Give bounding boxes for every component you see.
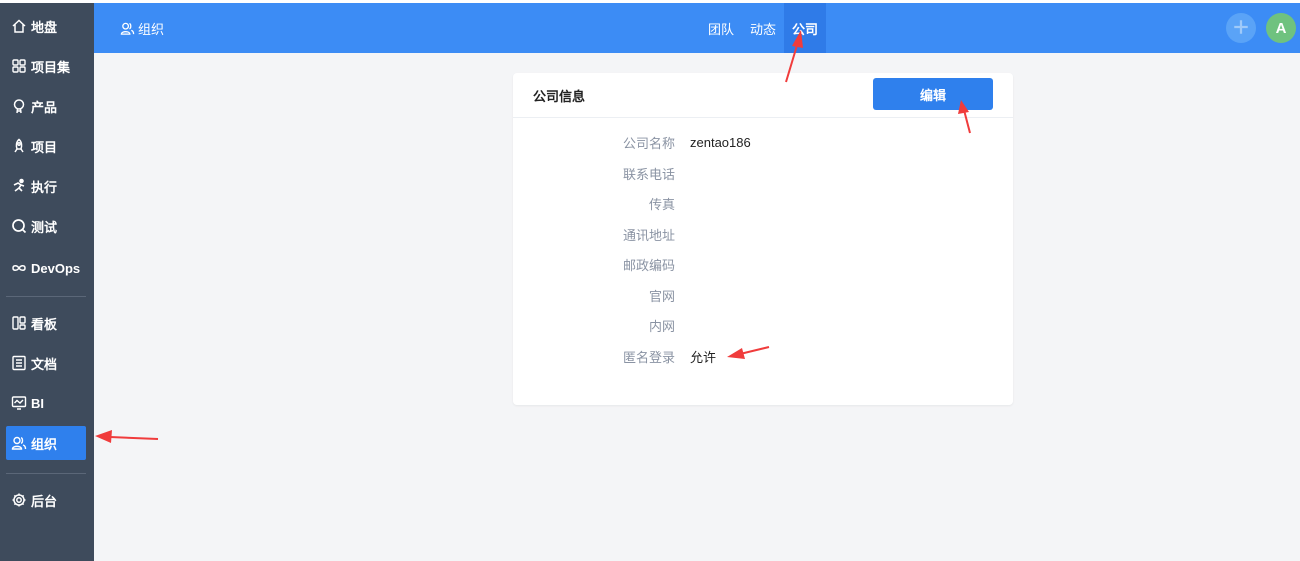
card-header: 公司信息 编辑 [513, 73, 1013, 118]
sidebar-item-bi[interactable]: BI [6, 386, 86, 420]
breadcrumb-label: 组织 [138, 21, 165, 37]
magnifier-icon [11, 218, 27, 234]
field-label: 内网 [648, 318, 675, 334]
avatar[interactable]: A [1266, 13, 1296, 43]
sidebar-item-execution[interactable]: 执行 [6, 169, 86, 203]
create-button[interactable] [1226, 13, 1256, 43]
sidebar-item-project[interactable]: 项目 [6, 129, 86, 163]
field-label: 通讯地址 [622, 227, 675, 243]
sidebar-item-program[interactable]: 项目集 [6, 49, 86, 83]
info-row: 内网 [513, 315, 1013, 335]
sidebar-item-label: 文档 [31, 356, 58, 372]
field-label: 邮政编码 [622, 257, 675, 273]
tab-team[interactable]: 团队 [700, 3, 742, 53]
gear-icon [11, 492, 27, 508]
field-label: 官网 [648, 288, 675, 304]
users-icon [120, 21, 135, 36]
info-row: 官网 [513, 285, 1013, 305]
field-value: 允许 [690, 349, 717, 365]
run-icon [11, 178, 27, 194]
users-icon [11, 435, 27, 451]
sidebar-item-label: 测试 [31, 219, 58, 235]
sidebar-item-label: BI [31, 395, 44, 411]
info-row: 传真 [513, 193, 1013, 213]
tab-dynamics[interactable]: 动态 [742, 3, 784, 53]
field-label: 传真 [648, 196, 675, 212]
info-row: 匿名登录 允许 [513, 346, 1013, 366]
info-row: 公司名称 zentao186 [513, 132, 1013, 152]
card-title: 公司信息 [533, 89, 586, 104]
rocket-icon [11, 138, 27, 154]
sidebar-item-label: 项目 [31, 139, 58, 155]
field-label: 公司名称 [622, 135, 675, 151]
field-label: 匿名登录 [622, 349, 675, 365]
company-info-card: 公司信息 编辑 公司名称 zentao186 联系电话 传真 通讯地址 邮政编码… [513, 73, 1013, 405]
top-bar: 组织 团队 动态 公司 A [94, 3, 1300, 53]
breadcrumb[interactable]: 组织 [120, 3, 164, 53]
info-row: 联系电话 [513, 163, 1013, 183]
edit-button[interactable]: 编辑 [873, 78, 993, 110]
sidebar-item-label: 后台 [31, 493, 58, 509]
monitor-icon [11, 395, 27, 411]
infinity-icon [11, 260, 27, 276]
kanban-icon [11, 315, 27, 331]
sidebar-divider [6, 473, 86, 474]
tab-company[interactable]: 公司 [784, 3, 827, 53]
info-row: 通讯地址 [513, 224, 1013, 244]
sidebar-item-dashboard[interactable]: 地盘 [6, 9, 86, 43]
tab-bar: 团队 动态 公司 [700, 3, 827, 53]
lightbulb-icon [11, 98, 27, 114]
sidebar-item-label: 执行 [31, 179, 58, 195]
sidebar-item-label: 产品 [31, 99, 58, 115]
document-icon [11, 355, 27, 371]
field-label: 联系电话 [622, 166, 675, 182]
field-value: zentao186 [690, 134, 751, 150]
plus-icon [1232, 18, 1250, 39]
sidebar-item-test[interactable]: 测试 [6, 209, 86, 243]
sidebar-item-product[interactable]: 产品 [6, 89, 86, 123]
sidebar-item-label: 地盘 [31, 19, 58, 35]
app-window: 地盘 项目集 产品 项目 执行 测试 DevOps 看板 文档 BI 组织 后台… [0, 3, 1300, 561]
sidebar-item-label: 看板 [31, 316, 58, 332]
sidebar-item-label: 组织 [31, 436, 58, 452]
sidebar-item-organization[interactable]: 组织 [6, 426, 86, 460]
home-icon [11, 18, 27, 34]
sidebar-item-kanban[interactable]: 看板 [6, 306, 86, 340]
info-row: 邮政编码 [513, 254, 1013, 274]
sidebar-item-label: 项目集 [31, 59, 71, 75]
sidebar-item-devops[interactable]: DevOps [6, 251, 86, 285]
sidebar-divider [6, 296, 86, 297]
sidebar-item-admin[interactable]: 后台 [6, 483, 86, 517]
grid-icon [11, 58, 27, 74]
sidebar-item-doc[interactable]: 文档 [6, 346, 86, 380]
sidebar-item-label: DevOps [31, 260, 81, 276]
sidebar: 地盘 项目集 产品 项目 执行 测试 DevOps 看板 文档 BI 组织 后台 [0, 3, 94, 561]
